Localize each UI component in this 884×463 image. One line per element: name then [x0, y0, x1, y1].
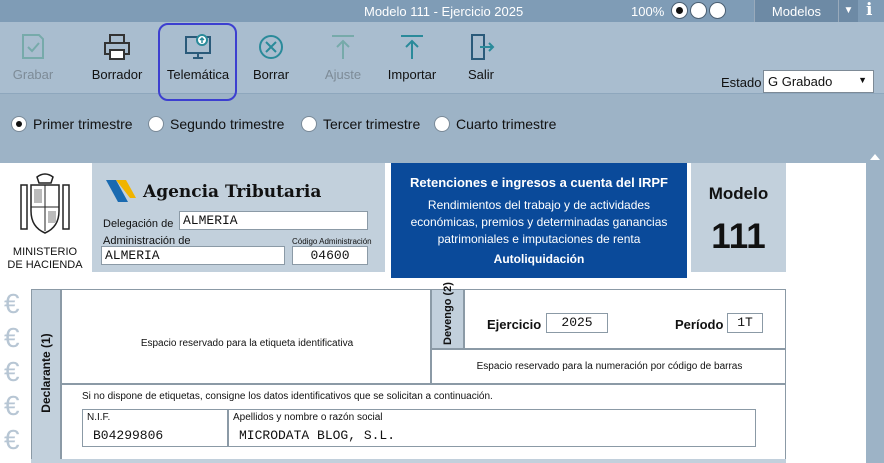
section-divider	[31, 459, 786, 463]
radio-label: Segundo trimestre	[170, 116, 285, 132]
salir-button[interactable]: Salir	[466, 32, 496, 82]
barcode-area: Espacio reservado para la numeración por…	[431, 349, 786, 384]
modelo-number: 111	[711, 217, 766, 256]
codigo-label: Código Administración	[292, 237, 372, 246]
no-etiqueta-message: Si no dispone de etiquetas, consigne los…	[82, 391, 493, 402]
telematica-highlight	[158, 23, 237, 101]
nombre-label: Apellidos y nombre o razón social	[233, 412, 383, 423]
zoom-selector[interactable]	[671, 2, 726, 19]
borrar-button[interactable]: Borrar	[250, 32, 292, 82]
delegacion-label: Delegación de	[103, 218, 174, 230]
vertical-scrollbar[interactable]	[866, 152, 884, 463]
borrador-label: Borrador	[91, 67, 143, 82]
radio-dot[interactable]	[301, 116, 317, 132]
zoom-option-2[interactable]	[690, 2, 707, 19]
ajuste-button[interactable]: Ajuste	[323, 32, 363, 82]
ajuste-label: Ajuste	[324, 67, 362, 82]
radio-dot[interactable]	[11, 116, 27, 132]
declarante-side-label-box: Declarante (1)	[31, 289, 61, 463]
borrar-label: Borrar	[252, 67, 290, 82]
irpf-title: Retenciones e ingresos a cuenta del IRPF	[410, 175, 668, 190]
chevron-down-icon: ▼	[858, 75, 867, 85]
modelo-block: Modelo 111	[691, 163, 786, 272]
info-icon[interactable]: i	[866, 0, 872, 20]
delegacion-field[interactable]: ALMERIA	[179, 211, 368, 230]
nombre-box: Apellidos y nombre o razón social MICROD…	[228, 409, 756, 447]
irpf-block: Retenciones e ingresos a cuenta del IRPF…	[391, 163, 687, 278]
printer-icon	[104, 34, 130, 60]
ministerio-block: MINISTERIO DE HACIENDA	[0, 163, 90, 285]
grabar-button[interactable]: Grabar	[11, 32, 55, 82]
nif-box: N.I.F. B04299806	[82, 409, 228, 447]
salir-label: Salir	[467, 67, 494, 82]
nif-field[interactable]: B04299806	[93, 428, 163, 443]
modelo-label: Modelo	[708, 184, 769, 203]
datos-identificativos: Si no dispone de etiquetas, consigne los…	[61, 384, 786, 463]
radio-dot[interactable]	[148, 116, 164, 132]
agencia-logo-icon	[106, 180, 136, 202]
modelos-button[interactable]: Modelos	[754, 0, 838, 22]
agencia-name: Agencia Tributaria	[143, 182, 322, 202]
radio-label: Tercer trimestre	[323, 116, 421, 132]
declarante-side-label: Declarante (1)	[39, 333, 53, 413]
radio-segundo-trimestre[interactable]: Segundo trimestre	[148, 116, 284, 132]
radio-label: Cuarto trimestre	[456, 116, 557, 132]
nombre-field[interactable]: MICRODATA BLOG, S.L.	[239, 428, 395, 443]
periodo-label: Período	[675, 317, 724, 332]
save-icon	[22, 34, 44, 59]
euro-icon: €	[4, 356, 20, 387]
scroll-up-icon[interactable]	[870, 154, 880, 160]
euro-icon: €	[4, 424, 20, 455]
irpf-description: Rendimientos del trabajo y de actividade…	[410, 198, 668, 246]
codigo-field[interactable]: 04600	[292, 246, 368, 265]
ejercicio-label: Ejercicio	[487, 317, 542, 332]
etiqueta-area: Espacio reservado para la etiqueta ident…	[61, 289, 431, 384]
window-title: Modelo 111 - Ejercicio 2025	[364, 4, 524, 19]
estado-value: G Grabado	[768, 74, 833, 89]
periodo-field[interactable]: 1T	[727, 313, 763, 333]
app-window: Modelo 111 - Ejercicio 2025 100% Modelos…	[0, 0, 884, 463]
devengo-area: Ejercicio 2025 Período 1T	[464, 289, 786, 349]
title-bar: Modelo 111 - Ejercicio 2025 100% Modelos…	[0, 0, 884, 22]
upload-icon	[332, 35, 354, 59]
modelos-dropdown-icon[interactable]: ▼	[838, 0, 858, 22]
delete-icon	[259, 35, 283, 59]
coat-of-arms-icon	[20, 173, 70, 234]
zoom-option-1[interactable]	[671, 2, 688, 19]
agencia-block: Agencia Tributaria Delegación de ALMERIA…	[92, 163, 385, 272]
etiqueta-message: Espacio reservado para la etiqueta ident…	[140, 338, 354, 349]
euro-icon: €	[4, 288, 20, 319]
nif-label: N.I.F.	[87, 412, 111, 423]
import-icon	[401, 35, 423, 59]
radio-cuarto-trimestre[interactable]: Cuarto trimestre	[434, 116, 556, 132]
zoom-option-3[interactable]	[709, 2, 726, 19]
estado-select[interactable]: G Grabado ▼	[763, 70, 874, 93]
ejercicio-field[interactable]: 2025	[546, 313, 608, 333]
euro-icon: €	[4, 322, 20, 353]
euro-column: € € € € €	[0, 288, 28, 463]
administracion-field[interactable]: ALMERIA	[101, 246, 285, 265]
toolbar: Grabar Borrador Telemática Borrar Ajuste…	[0, 22, 884, 94]
radio-dot[interactable]	[434, 116, 450, 132]
devengo-side-label: Devengo (2)	[442, 282, 454, 345]
importar-label: Importar	[387, 67, 437, 82]
importar-button[interactable]: Importar	[385, 32, 439, 82]
period-selector: Primer trimestre Segundo trimestre Terce…	[0, 111, 884, 139]
modelo-111-form: MINISTERIO DE HACIENDA Agencia Tributari…	[0, 163, 866, 463]
radio-tercer-trimestre[interactable]: Tercer trimestre	[301, 116, 420, 132]
ministerio-text: MINISTERIO DE HACIENDA	[7, 246, 83, 271]
euro-icon: €	[4, 390, 20, 421]
borrador-button[interactable]: Borrador	[88, 32, 146, 82]
estado-label: Estado	[721, 75, 762, 90]
barcode-message: Espacio reservado para la numeración por…	[476, 361, 743, 372]
exit-icon	[471, 34, 495, 60]
radio-label: Primer trimestre	[33, 116, 133, 132]
zoom-level: 100%	[631, 4, 665, 19]
devengo-side-label-box: Devengo (2)	[431, 282, 464, 349]
grabar-label: Grabar	[12, 67, 54, 82]
irpf-subtitle: Autoliquidación	[493, 252, 585, 266]
radio-primer-trimestre[interactable]: Primer trimestre	[11, 116, 133, 132]
